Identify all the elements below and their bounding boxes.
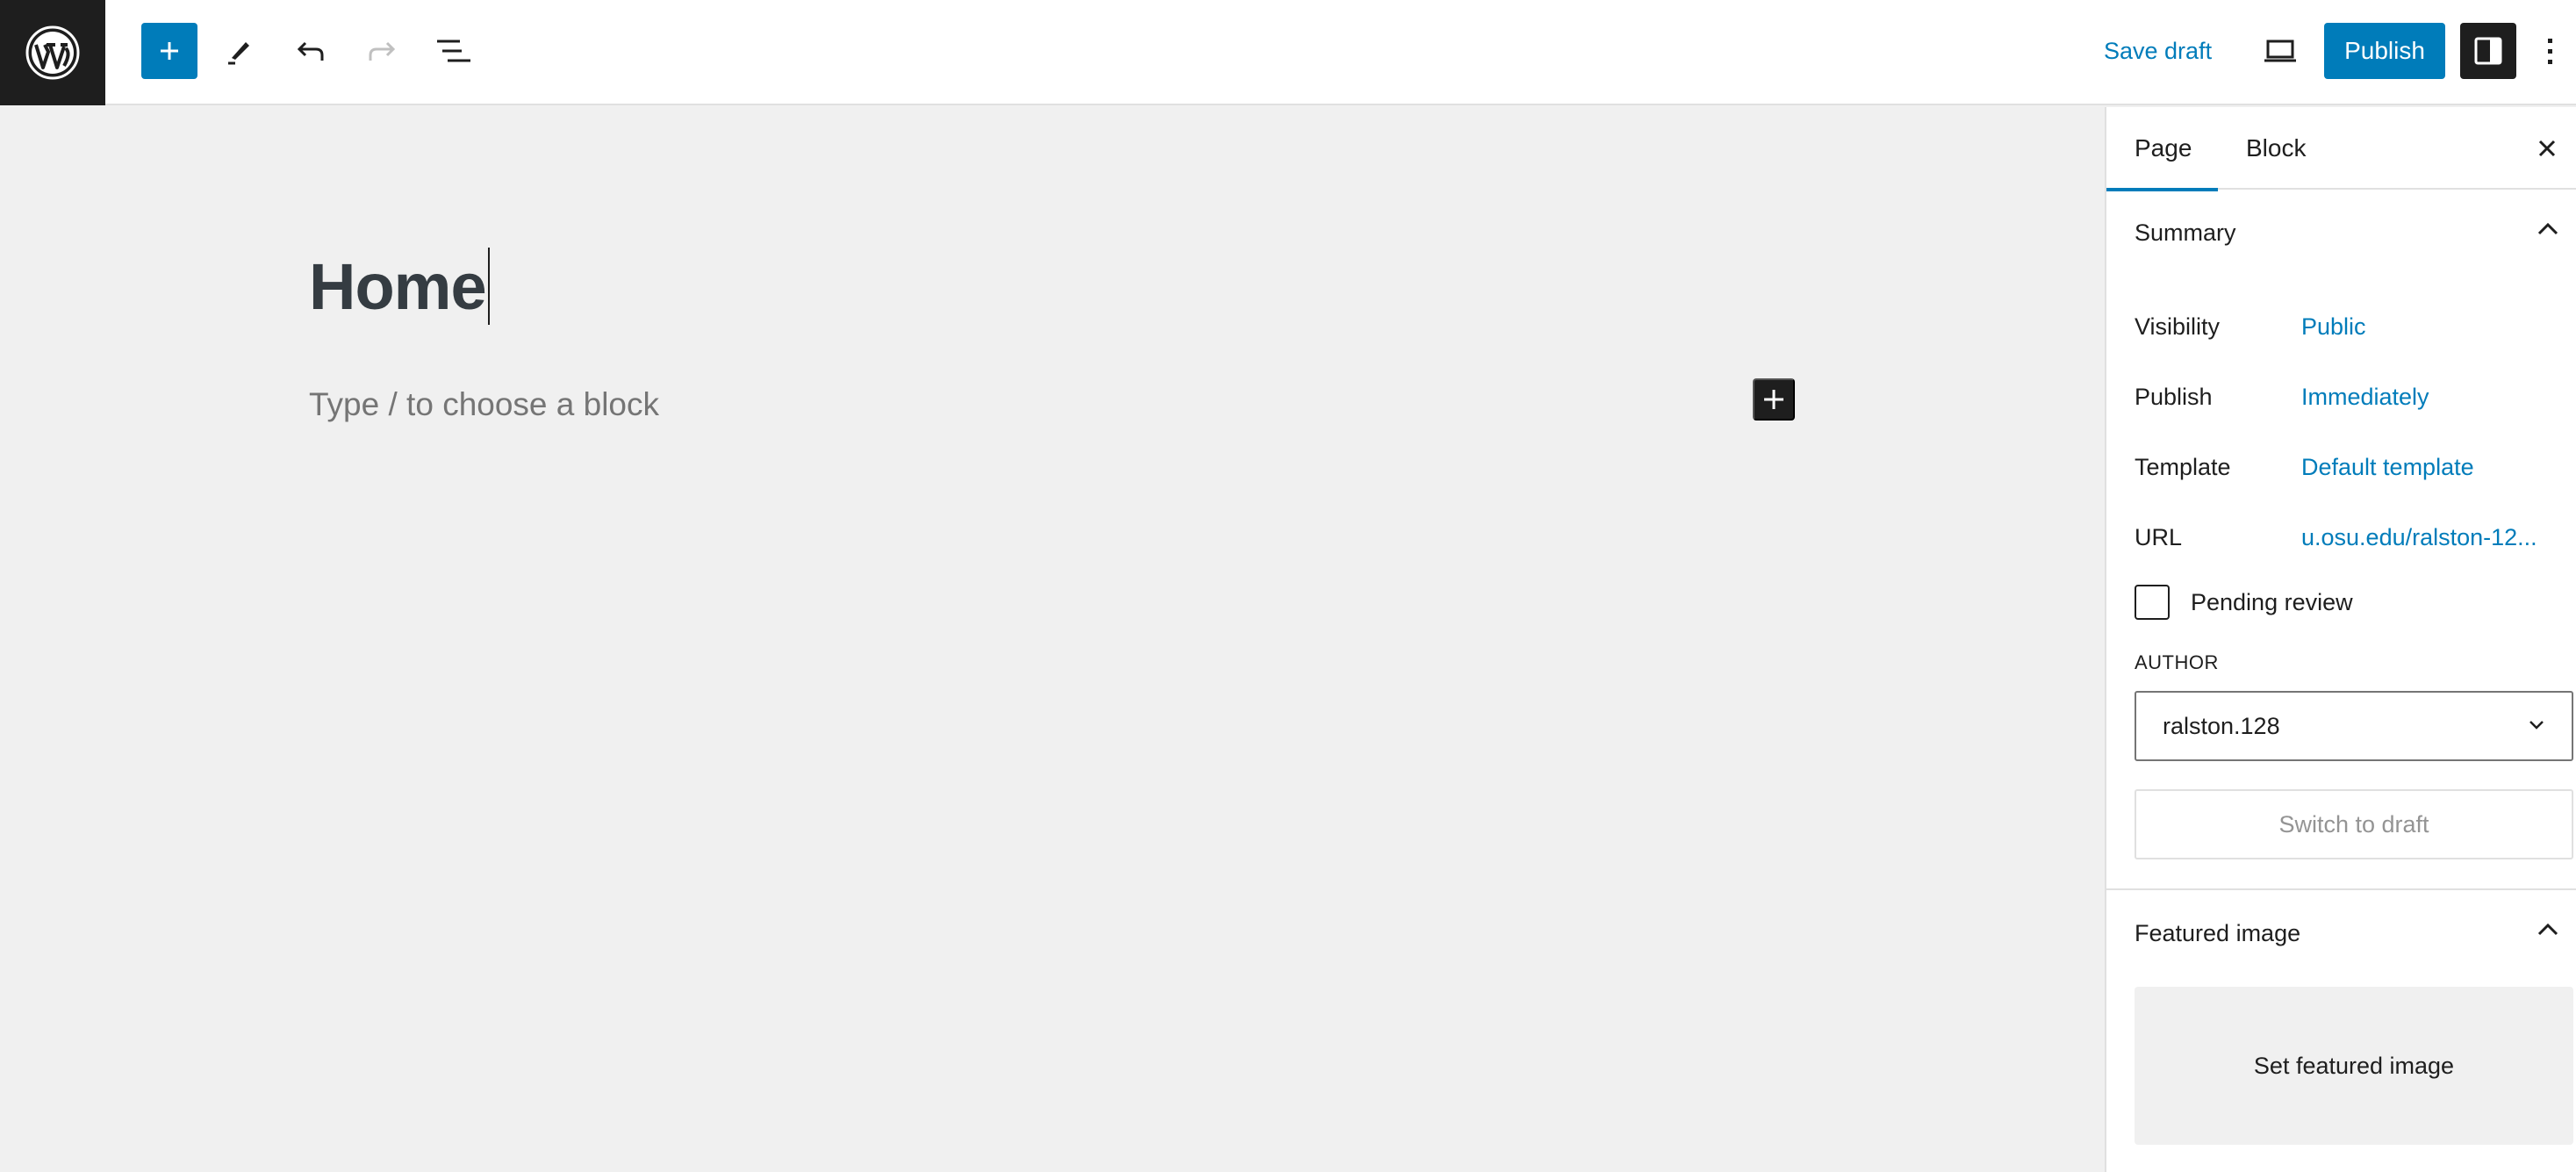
- more-vertical-icon: [2548, 39, 2552, 64]
- publish-row: Publish Immediately: [2135, 379, 2429, 414]
- url-row: URL u.osu.edu/ralston-12...: [2135, 520, 2537, 555]
- switch-to-draft-button[interactable]: Switch to draft: [2135, 789, 2573, 859]
- plus-icon: [161, 42, 178, 60]
- tab-block[interactable]: Block: [2218, 107, 2334, 190]
- wordpress-logo-button[interactable]: [0, 0, 105, 105]
- visibility-row: Visibility Public: [2135, 309, 2366, 344]
- list-view-button[interactable]: [425, 23, 481, 79]
- undo-icon: [297, 41, 324, 61]
- author-selected-value: ralston.128: [2163, 712, 2280, 739]
- author-label: AUTHOR: [2135, 651, 2219, 673]
- post-title-text: Home: [309, 249, 487, 323]
- template-label: Template: [2135, 453, 2231, 480]
- editor-header: Save draft Publish: [0, 0, 2576, 105]
- settings-toggle-button[interactable]: [2460, 23, 2516, 79]
- visibility-value-button[interactable]: Public: [2301, 313, 2366, 341]
- pending-review-label[interactable]: Pending review: [2191, 589, 2353, 616]
- editor-canvas: Home Type / to choose a block: [0, 107, 2105, 1172]
- tools-button[interactable]: [211, 23, 267, 79]
- undo-button[interactable]: [283, 23, 339, 79]
- sidebar-tabs: Page Block: [2106, 107, 2576, 191]
- redo-icon: [369, 41, 396, 61]
- chevron-down-icon: [2529, 721, 2544, 730]
- save-draft-button[interactable]: Save draft: [2093, 23, 2222, 79]
- publish-date-button[interactable]: Immediately: [2301, 384, 2429, 411]
- options-menu-button[interactable]: [2533, 23, 2568, 79]
- visibility-label: Visibility: [2135, 313, 2221, 340]
- chevron-up-icon: [2537, 923, 2558, 936]
- pending-review-control: Pending review: [2135, 585, 2353, 620]
- author-select[interactable]: ralston.128: [2135, 691, 2573, 761]
- url-label: URL: [2135, 523, 2183, 550]
- featured-image-panel-toggle[interactable]: Featured image: [2106, 890, 2576, 976]
- summary-panel-title: Summary: [2135, 219, 2236, 246]
- template-row: Template Default template: [2135, 449, 2474, 485]
- summary-panel-toggle[interactable]: Summary: [2106, 190, 2576, 276]
- url-value-button[interactable]: u.osu.edu/ralston-12...: [2301, 524, 2537, 551]
- block-placeholder[interactable]: Type / to choose a block: [309, 386, 659, 423]
- featured-image-panel-title: Featured image: [2135, 919, 2301, 946]
- preview-button[interactable]: [2252, 23, 2308, 79]
- pencil-icon: [228, 42, 249, 65]
- post-title-input[interactable]: Home: [309, 248, 490, 325]
- publish-label: Publish: [2135, 383, 2213, 410]
- sidebar-toggle-icon: [2474, 37, 2502, 65]
- tab-page[interactable]: Page: [2106, 107, 2218, 191]
- text-caret: [487, 248, 490, 325]
- laptop-icon: [2264, 40, 2296, 62]
- plus-icon: [1764, 390, 1783, 409]
- chevron-up-icon: [2537, 222, 2558, 235]
- set-featured-image-button[interactable]: Set featured image: [2135, 987, 2573, 1145]
- close-sidebar-button[interactable]: [2525, 126, 2569, 170]
- wordpress-logo-icon: [25, 25, 80, 80]
- pending-review-checkbox[interactable]: [2135, 585, 2170, 620]
- publish-button[interactable]: Publish: [2324, 23, 2445, 79]
- block-inserter-button[interactable]: [141, 23, 197, 79]
- close-icon: [2538, 140, 2556, 157]
- settings-sidebar: Page Block Summary Visibility Public Pub…: [2105, 107, 2576, 1172]
- template-value-button[interactable]: Default template: [2301, 454, 2474, 481]
- redo-button: [354, 23, 410, 79]
- list-view-icon: [437, 40, 470, 62]
- add-block-button[interactable]: [1753, 378, 1795, 421]
